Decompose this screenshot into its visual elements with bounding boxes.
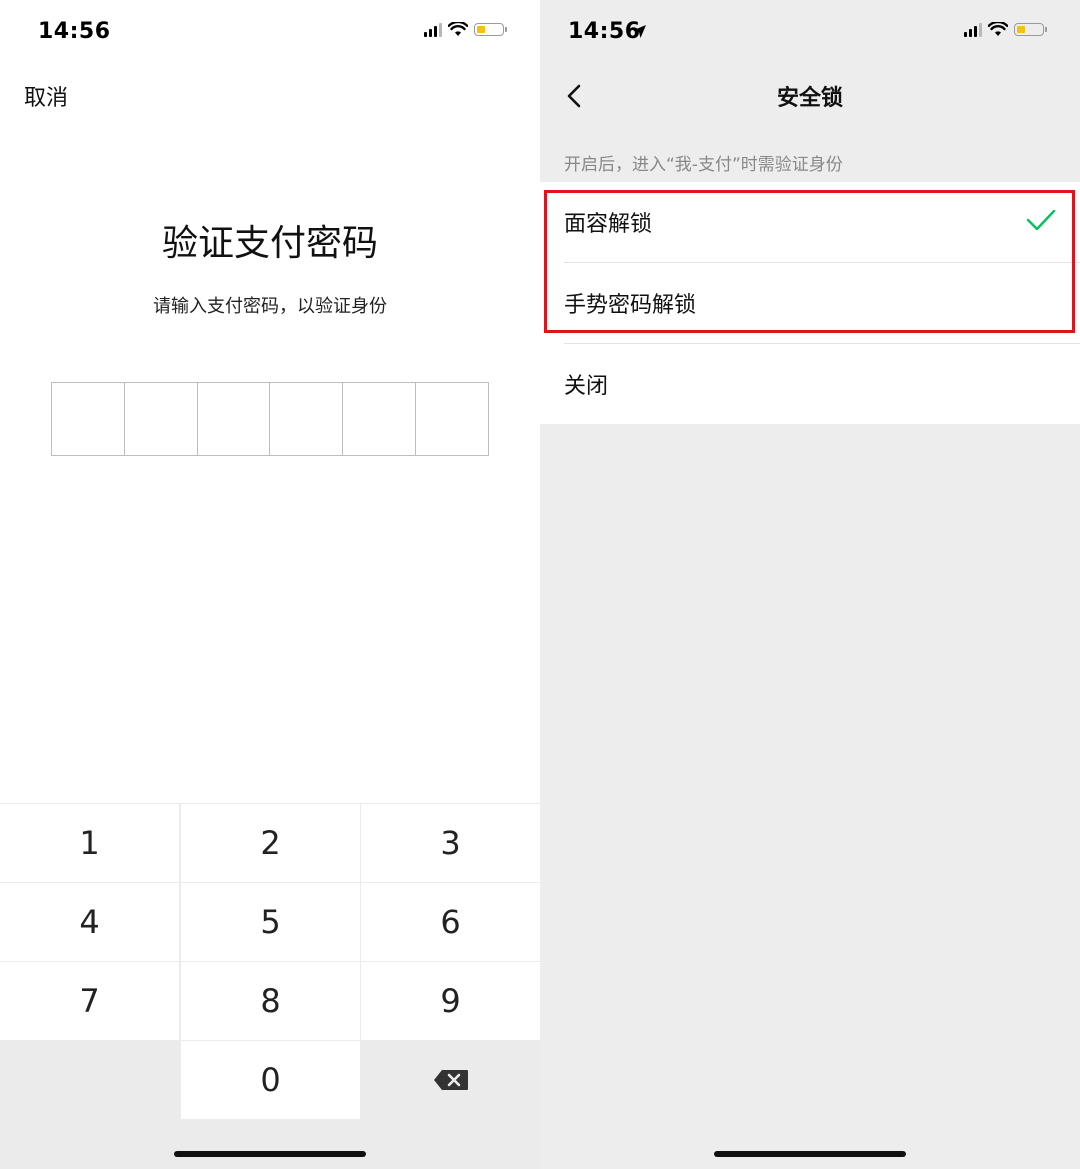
wifi-icon bbox=[448, 22, 468, 36]
option-label: 关闭 bbox=[564, 374, 609, 399]
status-time: 14:56 bbox=[568, 19, 641, 44]
verify-password-screen: 14:56 取消 验证支付密码 请输入支付密码，以验证身份 1 2 3 4 5 … bbox=[0, 0, 540, 1169]
pin-digit-box bbox=[416, 383, 488, 455]
key-4[interactable]: 4 bbox=[0, 883, 179, 961]
highlight-annotation-box bbox=[544, 190, 1075, 333]
security-lock-screen: 14:56 安全锁 开启后，进入“我-支付”时需验证身份 面容解锁 手势密码解锁 bbox=[540, 0, 1080, 1169]
status-icons bbox=[964, 22, 1047, 37]
option-off[interactable]: 关闭 bbox=[540, 344, 1080, 424]
home-indicator bbox=[714, 1151, 906, 1157]
key-3[interactable]: 3 bbox=[361, 804, 540, 882]
key-9[interactable]: 9 bbox=[361, 962, 540, 1040]
location-arrow-icon bbox=[633, 25, 646, 38]
delete-icon bbox=[433, 1070, 468, 1090]
wifi-icon bbox=[988, 22, 1008, 36]
key-empty bbox=[0, 1041, 179, 1119]
pin-digit-box bbox=[270, 383, 344, 455]
key-7[interactable]: 7 bbox=[0, 962, 179, 1040]
pin-digit-box bbox=[125, 383, 198, 455]
pin-digit-box bbox=[343, 383, 417, 455]
page-title: 验证支付密码 bbox=[161, 223, 378, 264]
home-indicator bbox=[174, 1151, 366, 1157]
signal-icon bbox=[964, 22, 982, 37]
key-8[interactable]: 8 bbox=[181, 962, 360, 1040]
status-time: 14:56 bbox=[38, 19, 111, 44]
key-6[interactable]: 6 bbox=[361, 883, 540, 961]
delete-key[interactable] bbox=[361, 1041, 540, 1119]
status-icons bbox=[424, 22, 507, 37]
key-0[interactable]: 0 bbox=[181, 1041, 360, 1119]
battery-icon bbox=[1014, 23, 1047, 36]
battery-icon bbox=[474, 23, 507, 36]
section-hint: 开启后，进入“我-支付”时需验证身份 bbox=[564, 155, 843, 175]
cancel-button[interactable]: 取消 bbox=[24, 80, 68, 112]
pin-digit-box bbox=[198, 383, 271, 455]
signal-icon bbox=[424, 22, 442, 37]
number-keypad: 1 2 3 4 5 6 7 8 9 0 bbox=[0, 803, 540, 1169]
pin-digit-box bbox=[52, 383, 125, 455]
navigation-bar: 安全锁 bbox=[540, 60, 1080, 132]
page-subtitle: 请输入支付密码，以验证身份 bbox=[153, 296, 387, 317]
key-1[interactable]: 1 bbox=[0, 804, 179, 882]
page-title: 安全锁 bbox=[776, 86, 843, 111]
password-input[interactable] bbox=[51, 382, 489, 456]
key-5[interactable]: 5 bbox=[181, 883, 360, 961]
key-2[interactable]: 2 bbox=[181, 804, 360, 882]
